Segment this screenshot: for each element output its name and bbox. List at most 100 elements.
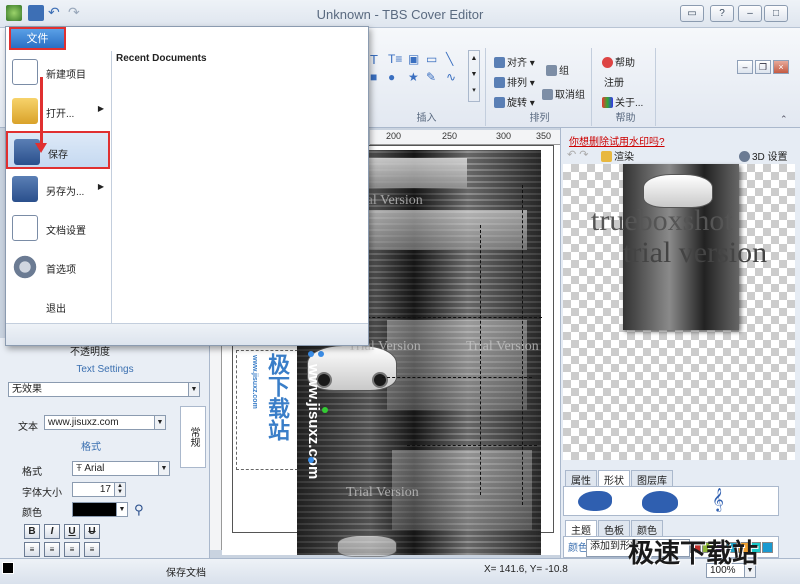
align-left-icon[interactable]: ≡ — [24, 542, 40, 557]
save-item[interactable]: 保存 — [6, 131, 110, 169]
mdi-close-button[interactable]: × — [773, 60, 789, 74]
save-as-item[interactable]: 另存为... ▶ — [6, 170, 110, 208]
color-picker[interactable]: ▼ — [72, 502, 128, 517]
text-tool-icon[interactable]: T — [370, 52, 378, 67]
exit-item[interactable]: 退出 — [6, 287, 110, 325]
cursor-coordinates: X= 141.6, Y= -10.8 — [484, 564, 568, 575]
rotate-button[interactable]: 旋转 ▾ — [494, 94, 535, 109]
about-button[interactable]: 关于... — [602, 94, 643, 109]
stepper-arrows-icon[interactable]: ▲ ▼ — [114, 483, 125, 496]
cloud-shape-icon[interactable] — [642, 491, 678, 513]
sort-icon — [494, 77, 505, 88]
collapse-ribbon-icon[interactable]: ⌃ — [780, 114, 788, 125]
format-label: 格式 — [22, 467, 42, 478]
car-wheel — [372, 372, 388, 388]
star-tool-icon[interactable]: ★ — [408, 70, 419, 84]
rotate-handle[interactable] — [322, 407, 328, 413]
effect-select[interactable]: 无效果 ▼ — [8, 382, 200, 397]
chevron-down-icon: ▼ — [154, 416, 165, 429]
file-tab[interactable]: 文件 — [9, 27, 66, 50]
preferences-label: 首选项 — [46, 265, 76, 276]
guide-line — [382, 377, 532, 378]
font-size-stepper[interactable]: 17 ▲ ▼ — [72, 482, 126, 497]
spine-text-box[interactable]: 极下载站 www.jisuxz.com — [236, 350, 298, 470]
open-item[interactable]: 打开... ▶ — [6, 92, 110, 130]
align-right-icon[interactable]: ≡ — [64, 542, 80, 557]
eyedropper-icon[interactable]: ⚲ — [134, 502, 144, 518]
status-message: 保存文档 — [166, 568, 206, 579]
text-box-icon[interactable]: T≡ — [388, 52, 402, 66]
preferences-item[interactable]: 首选项 — [6, 248, 110, 286]
spine-url-text: www.jisuxz.com — [251, 355, 258, 409]
format-header: 格式 — [81, 442, 101, 453]
underline-button[interactable]: U — [64, 524, 80, 539]
arrange-group: 对齐 ▾ 排列 ▾ 旋转 ▾ 组 取消组 排列 — [488, 48, 592, 126]
document-settings-label: 文档设置 — [46, 226, 86, 237]
treble-clef-icon[interactable]: 𝄞 — [712, 489, 724, 512]
align-button[interactable]: 对齐 ▾ — [494, 54, 535, 69]
selection-handle[interactable] — [318, 351, 324, 357]
insert-image-icon[interactable]: ▣ — [408, 52, 419, 66]
selection-handle[interactable] — [308, 351, 314, 357]
align-justify-icon[interactable]: ≡ — [84, 542, 100, 557]
group-button[interactable]: 组 — [546, 62, 569, 77]
square-tool-icon[interactable]: ■ — [370, 70, 377, 84]
maximize-button[interactable]: □ — [764, 5, 788, 22]
preview-undo-icon[interactable]: ↶ ↷ — [567, 148, 589, 161]
minimize-button[interactable]: – — [738, 5, 762, 22]
register-button[interactable]: 注册 — [604, 74, 624, 89]
about-label: 关于... — [615, 98, 644, 109]
align-center-icon[interactable]: ≡ — [44, 542, 60, 557]
arrange-group-label: 排列 — [529, 113, 550, 124]
blob-shape-icon[interactable] — [578, 491, 612, 511]
new-project-item[interactable]: 新建项目 — [6, 53, 110, 91]
help-group-label: 帮助 — [615, 113, 636, 124]
text-input-value: www.jisuxz.com — [48, 417, 119, 428]
line-tool-icon[interactable]: ╲ — [446, 52, 453, 66]
exit-label: 退出 — [46, 304, 66, 315]
font-size-label: 字体大小 — [22, 488, 62, 499]
ungroup-label: 取消组 — [555, 90, 585, 101]
site-watermark: 极速下载站 — [628, 538, 759, 568]
selection-handle[interactable] — [308, 457, 314, 463]
strikethrough-button[interactable]: U — [84, 524, 100, 539]
file-menu-commands: 新建项目 打开... ▶ 保存 另存为... ▶ 文档设置 首选项 退出 — [6, 51, 112, 323]
text-settings-header: Text Settings — [76, 364, 134, 375]
document-settings-item[interactable]: 文档设置 — [6, 209, 110, 247]
rectangle-tool-icon[interactable]: ▭ — [426, 52, 437, 66]
ungroup-button[interactable]: 取消组 — [542, 86, 585, 101]
sort-label: 排列 — [507, 78, 527, 89]
sort-button[interactable]: 排列 ▾ — [494, 74, 535, 89]
3d-preview[interactable]: trueboxshot trial version — [563, 164, 795, 460]
text-label: 文本 — [18, 422, 38, 433]
bold-button[interactable]: B — [24, 524, 40, 539]
help-button[interactable]: 帮助 — [602, 54, 635, 69]
document-settings-icon — [12, 215, 38, 241]
about-icon — [602, 97, 613, 108]
text-input[interactable]: www.jisuxz.com ▼ — [44, 415, 166, 430]
font-select[interactable]: Ŧ Arial ▼ — [72, 461, 170, 476]
mdi-restore-button[interactable]: ❐ — [755, 60, 771, 74]
theme-color-swatch[interactable] — [762, 542, 773, 553]
remove-watermark-link[interactable]: 你想删除试用水印吗? — [569, 133, 665, 148]
render-button[interactable]: 渲染 — [601, 148, 634, 163]
circle-tool-icon[interactable]: ● — [388, 70, 395, 84]
rotate-icon — [494, 97, 505, 108]
italic-button[interactable]: I — [44, 524, 60, 539]
mdi-minimize-button[interactable]: – — [737, 60, 753, 74]
new-project-label: 新建项目 — [46, 70, 86, 81]
help-title-button[interactable]: ? — [710, 5, 734, 22]
fg-color-swatch[interactable] — [2, 562, 14, 574]
tab-general[interactable]: 常规 — [180, 406, 206, 468]
curve-tool-icon[interactable]: ∿ — [446, 70, 456, 84]
restore-view-button[interactable]: ▭ — [680, 5, 704, 22]
ruler-tick: 300 — [496, 131, 512, 141]
ruler-tick: 250 — [442, 131, 458, 141]
pen-tool-icon[interactable]: ✎ — [426, 70, 436, 84]
3d-settings-label: 3D 设置 — [752, 152, 788, 163]
new-document-icon — [12, 59, 38, 85]
trial-watermark: Trial Version — [346, 485, 419, 500]
file-menu-footer — [6, 323, 368, 345]
shape-gallery-scroll[interactable]: ▲ ▼ ▾ — [468, 50, 480, 102]
3d-settings-button[interactable]: 3D 设置 — [739, 148, 788, 163]
